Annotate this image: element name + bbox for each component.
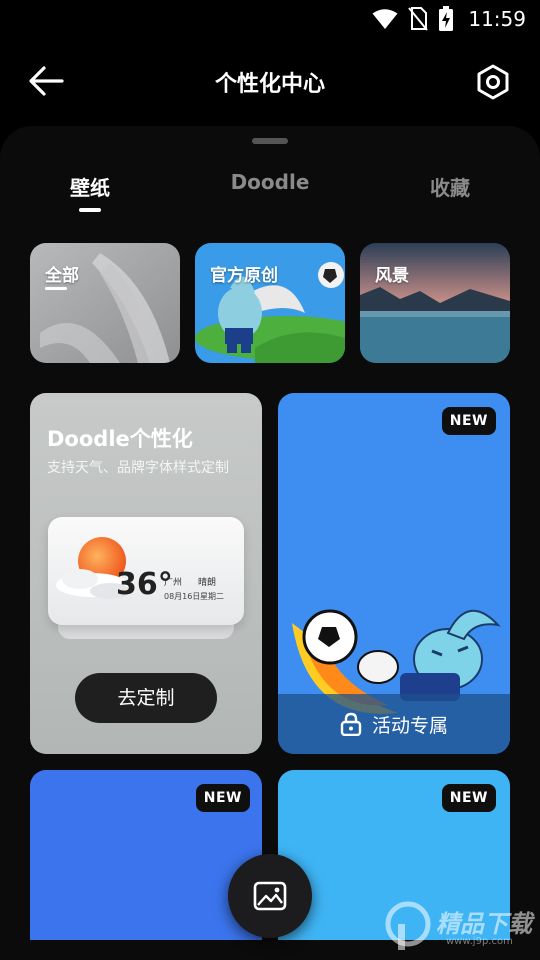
watermark-url: www.j9p.com bbox=[446, 936, 513, 947]
event-wallpaper-card[interactable]: NEW 活动专属 bbox=[278, 393, 510, 754]
widget-city: 广州 bbox=[164, 578, 183, 588]
tab-doodle-label: Doodle bbox=[230, 170, 310, 194]
clock: 11:59 bbox=[468, 7, 526, 31]
doodle-card-title: Doodle个性化 bbox=[47, 427, 193, 451]
page-title: 个性化中心 bbox=[214, 72, 325, 97]
category-official-label: 官方原创 bbox=[210, 266, 278, 286]
app-bar: 个性化中心 bbox=[0, 52, 540, 112]
category-all-label: 全部 bbox=[45, 266, 79, 286]
category-scenery-label: 风景 bbox=[375, 266, 409, 286]
image-icon bbox=[253, 881, 287, 911]
tab-wallpaper-label: 壁纸 bbox=[70, 176, 110, 200]
settings-button[interactable] bbox=[474, 63, 512, 101]
status-bar: 11:59 bbox=[0, 0, 540, 36]
weather-widget-preview: 36° 广州 晴朗 08月16日 星期二 bbox=[48, 517, 244, 625]
content-sheet: 壁纸 Doodle 收藏 全部 官方原创 风景 Doodle个性化 支持天气、品… bbox=[0, 126, 540, 960]
tab-doodle[interactable]: Doodle bbox=[226, 170, 314, 194]
status-icons: 11:59 bbox=[372, 6, 526, 32]
exclusive-lock-label: 活动专属 bbox=[340, 694, 448, 754]
widget-date: 08月16日 bbox=[164, 592, 201, 601]
new-badge: NEW bbox=[441, 407, 496, 435]
tab-active-indicator bbox=[79, 208, 101, 212]
widget-weekday: 星期二 bbox=[200, 592, 224, 601]
category-selected-indicator bbox=[45, 287, 67, 290]
watermark-text: 精品下载 bbox=[436, 910, 532, 938]
hexagon-settings-icon bbox=[477, 64, 509, 100]
watermark: 精品下载 www.j9p.com bbox=[384, 896, 534, 956]
no-sim-icon bbox=[408, 7, 429, 31]
lock-text: 活动专属 bbox=[372, 714, 449, 737]
battery-charging-icon bbox=[439, 6, 454, 31]
doodle-card[interactable]: Doodle个性化 支持天气、品牌字体样式定制 36° 广州 晴朗 08月16日… bbox=[30, 393, 262, 754]
exclusive-lock-band: 活动专属 bbox=[278, 694, 510, 754]
wifi-icon bbox=[372, 9, 398, 29]
widget-condition: 晴朗 bbox=[198, 578, 217, 588]
tab-favorites-label: 收藏 bbox=[430, 176, 470, 200]
lock-icon bbox=[340, 712, 362, 736]
category-official[interactable]: 官方原创 bbox=[195, 243, 345, 363]
category-scenery[interactable]: 风景 bbox=[360, 243, 510, 363]
category-all[interactable]: 全部 bbox=[30, 243, 180, 363]
tab-bar: 壁纸 Doodle 收藏 bbox=[0, 170, 540, 222]
watermark-logo bbox=[385, 901, 431, 950]
customize-button[interactable]: 去定制 bbox=[75, 673, 217, 723]
wallpaper-fab[interactable] bbox=[228, 854, 312, 938]
wallpaper-card-blue[interactable]: NEW bbox=[30, 770, 262, 940]
new-badge: NEW bbox=[441, 784, 496, 812]
tab-wallpaper[interactable]: 壁纸 bbox=[62, 172, 118, 212]
doodle-card-description: 支持天气、品牌字体样式定制 bbox=[47, 460, 229, 476]
new-badge: NEW bbox=[195, 784, 250, 812]
drag-handle[interactable] bbox=[252, 138, 288, 144]
tab-favorites[interactable]: 收藏 bbox=[422, 172, 478, 201]
